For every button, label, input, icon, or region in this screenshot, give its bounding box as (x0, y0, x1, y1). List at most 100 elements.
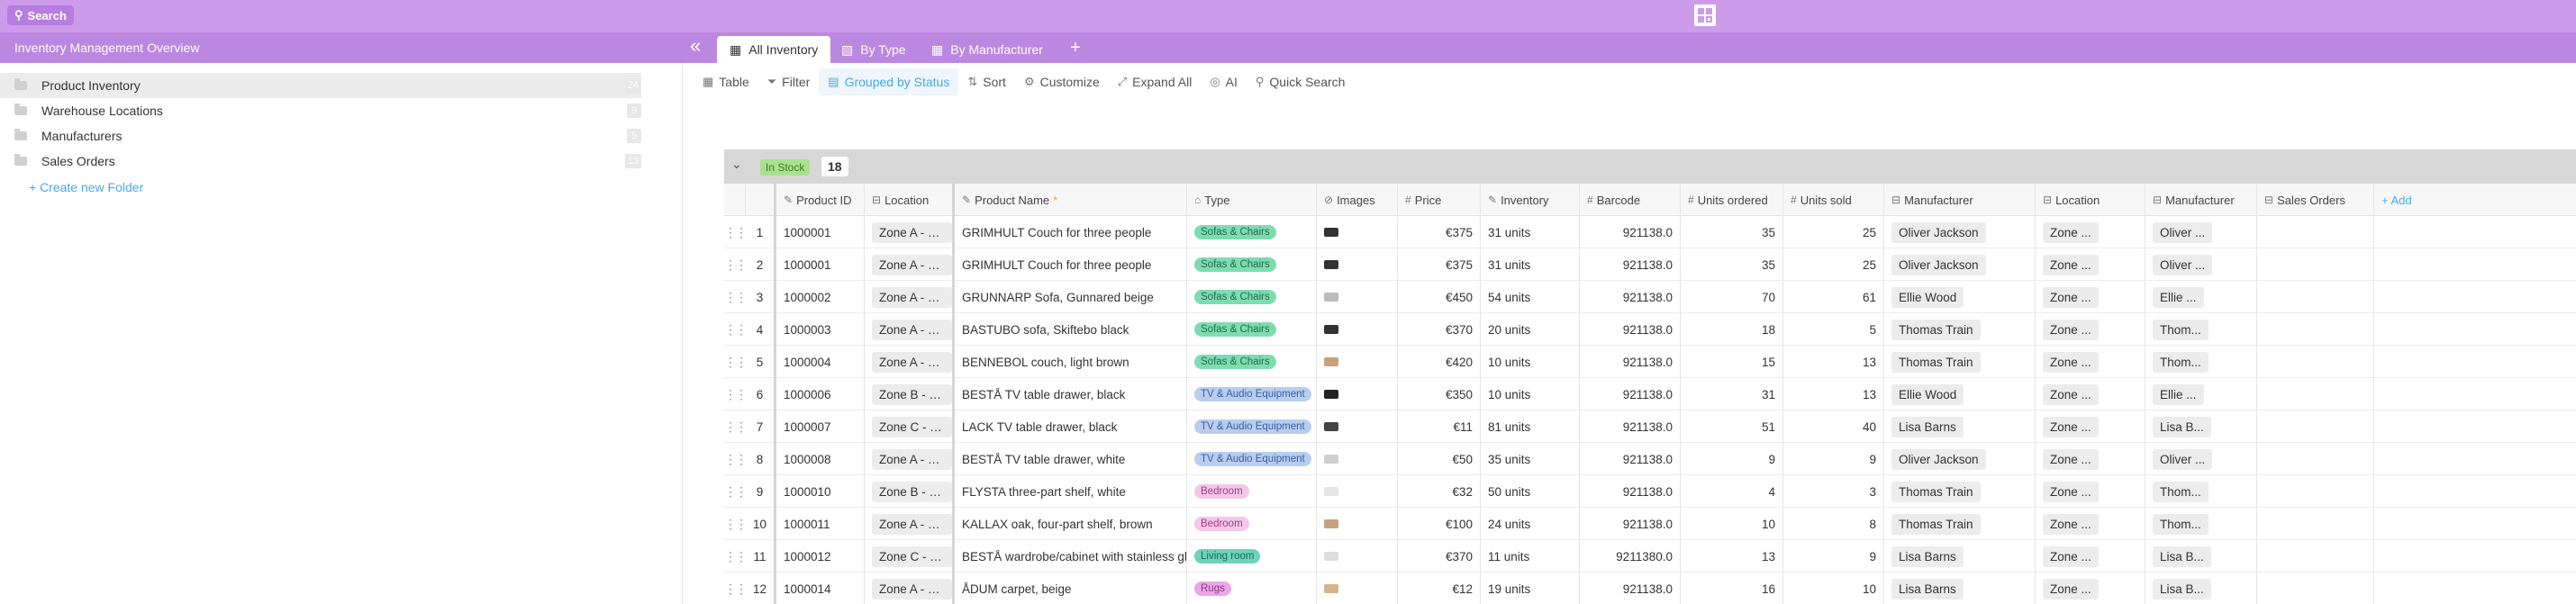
location-cell[interactable]: Zone B - Shelf 3 (865, 475, 955, 508)
sidebar-item-warehouse-locations[interactable]: Warehouse Locations 9 (14, 98, 641, 123)
inventory-cell[interactable]: 11 units (1481, 540, 1580, 572)
location-link-chip[interactable]: Zone ... (2043, 481, 2099, 502)
units-ordered-cell[interactable]: 15 (1681, 346, 1783, 378)
location-link-chip[interactable]: Zone ... (2043, 319, 2099, 340)
location-cell[interactable]: Zone B - Shelf 2 (865, 378, 955, 410)
location-link-chip[interactable]: Zone C - Shelf 1 (872, 416, 952, 437)
product-name-cell[interactable]: FLYSTA three-part shelf, white (955, 475, 1187, 508)
location-link-chip[interactable]: Zone C - Shelf 2 (872, 545, 952, 567)
inventory-cell[interactable]: 10 units (1481, 378, 1580, 410)
manufacturer-cell[interactable]: Oliver Jackson (1884, 443, 2036, 475)
images-cell[interactable] (1317, 475, 1398, 508)
location-link-chip[interactable]: Zone A - Shelf 1 (872, 254, 952, 275)
units-sold-cell[interactable]: 9 (1783, 540, 1884, 572)
barcode-cell[interactable]: 921138.0 (1580, 216, 1681, 248)
type-cell[interactable]: Rugs (1187, 572, 1317, 604)
manufacturer-lookup-cell[interactable]: Oliver ... (2145, 248, 2257, 281)
images-cell[interactable] (1317, 281, 1398, 313)
images-cell[interactable] (1317, 216, 1398, 248)
manufacturer-link-chip[interactable]: Lisa B... (2153, 545, 2211, 567)
manufacturer-link-chip[interactable]: Thom... (2153, 513, 2209, 535)
column-header[interactable]: ⌂ Type (1187, 184, 1317, 216)
manufacturer-lookup-cell[interactable]: Thom... (2145, 313, 2257, 346)
manufacturer-link-chip[interactable]: Ellie ... (2153, 383, 2204, 405)
product-id-cell[interactable]: 1000004 (776, 346, 865, 378)
units-ordered-cell[interactable]: 13 (1681, 540, 1783, 572)
sales-orders-cell[interactable] (2257, 281, 2374, 313)
product-id-cell[interactable]: 1000006 (776, 378, 865, 410)
manufacturer-lookup-cell[interactable]: Thom... (2145, 475, 2257, 508)
location-lookup-cell[interactable]: Zone ... (2036, 248, 2145, 281)
units-sold-cell[interactable]: 8 (1783, 508, 1884, 540)
barcode-cell[interactable]: 921138.0 (1580, 410, 1681, 443)
inventory-cell[interactable]: 35 units (1481, 443, 1580, 475)
column-header[interactable]: ⊟ Location (2036, 184, 2145, 216)
product-name-cell[interactable]: BESTÅ TV table drawer, black (955, 378, 1187, 410)
manufacturer-lookup-cell[interactable]: Ellie ... (2145, 378, 2257, 410)
manufacturer-lookup-cell[interactable]: Ellie ... (2145, 281, 2257, 313)
units-ordered-cell[interactable]: 35 (1681, 248, 1783, 281)
ai-button[interactable]: ◎ AI (1201, 68, 1247, 95)
location-link-chip[interactable]: Zone ... (2043, 448, 2099, 470)
units-sold-cell[interactable]: 13 (1783, 346, 1884, 378)
product-id-cell[interactable]: 1000008 (776, 443, 865, 475)
product-image-thumbnail[interactable] (1324, 552, 1338, 561)
location-lookup-cell[interactable]: Zone ... (2036, 346, 2145, 378)
table-row[interactable]: ⋮⋮91000010 Zone B - Shelf 3FLYSTA three-p… (724, 475, 2576, 508)
images-cell[interactable] (1317, 508, 1398, 540)
location-cell[interactable]: Zone A - Shelf 1 (865, 508, 955, 540)
product-id-cell[interactable]: 1000007 (776, 410, 865, 443)
location-link-chip[interactable]: Zone ... (2043, 545, 2099, 567)
column-header[interactable]: ✎ Inventory (1481, 184, 1580, 216)
sales-orders-cell[interactable] (2257, 475, 2374, 508)
location-cell[interactable]: Zone A - Shelf 1 (865, 572, 955, 604)
drag-handle-icon[interactable]: ⋮⋮ (724, 378, 748, 410)
images-cell[interactable] (1317, 346, 1398, 378)
location-link-chip[interactable]: Zone ... (2043, 221, 2099, 243)
price-cell[interactable]: €375 (1398, 248, 1481, 281)
type-cell[interactable]: Sofas & Chairs (1187, 346, 1317, 378)
product-name-cell[interactable]: GRIMHULT Couch for three people (955, 248, 1187, 281)
barcode-cell[interactable]: 921138.0 (1580, 475, 1681, 508)
product-image-thumbnail[interactable] (1324, 260, 1338, 269)
tab-all-inventory[interactable]: ▦ All Inventory (717, 36, 831, 63)
tab-by-manufacturer[interactable]: ▦ By Manufacturer (919, 36, 1056, 63)
sales-orders-cell[interactable] (2257, 540, 2374, 572)
manufacturer-link-chip[interactable]: Thom... (2153, 351, 2209, 373)
location-link-chip[interactable]: Zone A - Shelf 1 (872, 578, 952, 599)
table-row[interactable]: ⋮⋮21000001 Zone A - Shelf 1GRIMHULT Couch… (724, 248, 2576, 281)
drag-handle-icon[interactable]: ⋮⋮ (724, 572, 748, 604)
units-ordered-cell[interactable]: 16 (1681, 572, 1783, 604)
location-lookup-cell[interactable]: Zone ... (2036, 410, 2145, 443)
manufacturer-cell[interactable]: Thomas Train (1884, 313, 2036, 346)
location-cell[interactable]: Zone C - Shelf 2 (865, 540, 955, 572)
table-row[interactable]: ⋮⋮71000007 Zone C - Shelf 1LACK TV table … (724, 410, 2576, 443)
type-cell[interactable]: TV & Audio Equipment (1187, 378, 1317, 410)
units-ordered-cell[interactable]: 4 (1681, 475, 1783, 508)
sort-button[interactable]: ⇅ Sort (958, 68, 1015, 95)
barcode-cell[interactable]: 921138.0 (1580, 443, 1681, 475)
location-link-chip[interactable]: Zone ... (2043, 416, 2099, 437)
inventory-cell[interactable]: 81 units (1481, 410, 1580, 443)
type-cell[interactable]: Bedroom (1187, 508, 1317, 540)
location-lookup-cell[interactable]: Zone ... (2036, 443, 2145, 475)
location-link-chip[interactable]: Zone ... (2043, 383, 2099, 405)
table-row[interactable]: ⋮⋮41000003 Zone A - Shelf 3BASTUBO sofa, … (724, 313, 2576, 346)
images-cell[interactable] (1317, 572, 1398, 604)
type-cell[interactable]: Sofas & Chairs (1187, 313, 1317, 346)
barcode-cell[interactable]: 921138.0 (1580, 313, 1681, 346)
product-image-thumbnail[interactable] (1324, 584, 1338, 593)
manufacturer-link-chip[interactable]: Thom... (2153, 481, 2209, 502)
customize-button[interactable]: ⚙ Customize (1015, 68, 1109, 95)
tab-by-type[interactable]: ▧ By Type (829, 36, 919, 63)
location-cell[interactable]: Zone A - Shelf 1 (865, 216, 955, 248)
column-header[interactable]: ⊟ Sales Orders (2257, 184, 2374, 216)
product-image-thumbnail[interactable] (1324, 325, 1338, 334)
product-image-thumbnail[interactable] (1324, 228, 1338, 237)
manufacturer-link-chip[interactable]: Ellie Wood (1891, 383, 1964, 405)
units-sold-cell[interactable]: 5 (1783, 313, 1884, 346)
location-cell[interactable]: Zone A - Shelf 1 (865, 248, 955, 281)
sidebar-item-product-inventory[interactable]: Product Inventory 24 (0, 73, 641, 98)
manufacturer-cell[interactable]: Oliver Jackson (1884, 216, 2036, 248)
location-cell[interactable]: Zone C - Shelf 1 (865, 410, 955, 443)
